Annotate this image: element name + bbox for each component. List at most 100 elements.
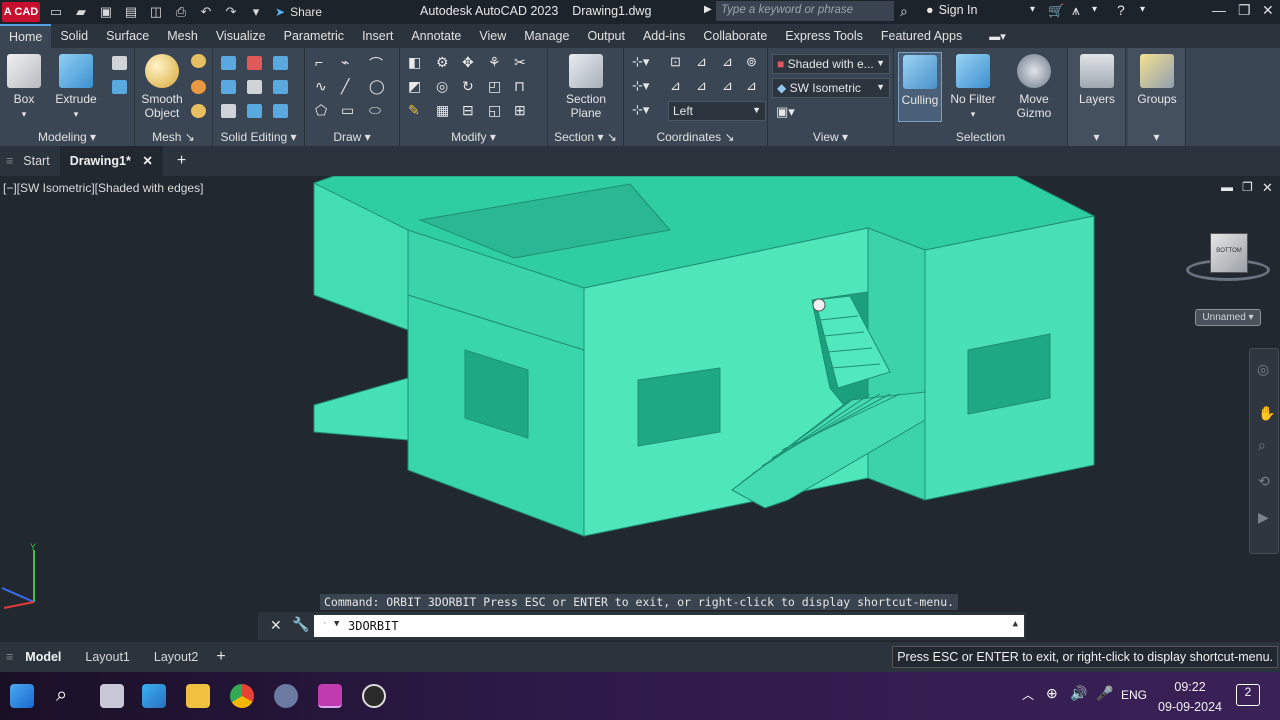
command-input[interactable]: · ▼ 3DORBIT ▲	[314, 615, 1024, 637]
move-icon[interactable]: ✥	[462, 54, 474, 71]
ellipse-icon[interactable]: ⬭	[369, 102, 381, 119]
undo-icon[interactable]: ↶	[197, 4, 215, 20]
tab-add-ins[interactable]: Add-ins	[634, 24, 694, 48]
tab-surface[interactable]: Surface	[97, 24, 158, 48]
search-expand-icon[interactable]: ▶	[704, 4, 712, 15]
ucs-menu-button[interactable]: Unnamed ▾	[1195, 309, 1261, 326]
open-folder-icon[interactable]: ▰	[72, 4, 90, 20]
file-explorer-icon[interactable]	[186, 684, 210, 708]
save-icon[interactable]: ▣	[97, 4, 115, 20]
tab-manage[interactable]: Manage	[515, 24, 578, 48]
union-icon[interactable]	[221, 56, 236, 70]
print-icon[interactable]: ⎙	[172, 4, 190, 20]
redo-icon[interactable]: ↷	[222, 4, 240, 20]
ucs-z-icon[interactable]: ⊿	[746, 78, 757, 94]
section-plane-button[interactable]: Section Plane	[558, 52, 614, 120]
help-icon[interactable]: ?	[1117, 2, 1125, 18]
draw-panel-label[interactable]: Draw ▾	[305, 130, 399, 144]
tab-menu-icon[interactable]: ≡	[6, 154, 13, 168]
groups-button[interactable]: Groups	[1134, 52, 1180, 106]
tab-parametric[interactable]: Parametric	[275, 24, 353, 48]
spline-icon[interactable]: ∿	[315, 78, 327, 95]
chrome-icon[interactable]	[230, 684, 254, 708]
ucs-face-icon[interactable]: ⊿	[722, 54, 733, 70]
command-dropdown-icon[interactable]: ▼	[334, 619, 339, 629]
ucs-y-icon[interactable]: ⊿	[722, 78, 733, 94]
subtract-icon[interactable]	[247, 56, 262, 70]
sign-in-button[interactable]: ● Sign In	[926, 3, 977, 17]
modify-panel-label[interactable]: Modify ▾	[400, 130, 547, 144]
3d-align-icon[interactable]: ⚘	[488, 54, 501, 71]
section-panel-label[interactable]: Section ▾ ↘	[548, 130, 623, 144]
layers-button[interactable]: Layers	[1074, 52, 1120, 106]
groups-expand-icon[interactable]: ▾	[1128, 130, 1185, 144]
pan-icon[interactable]: ✋	[1258, 405, 1275, 422]
add-layout-icon[interactable]: +	[216, 648, 225, 666]
tab-start[interactable]: Start	[13, 146, 59, 176]
save-as-icon[interactable]: ▤	[122, 4, 140, 20]
culling-button[interactable]: Culling	[898, 52, 942, 122]
mesh-panel-label[interactable]: Mesh ↘	[135, 130, 212, 144]
erase-icon[interactable]: ✎	[408, 102, 420, 119]
system-clock[interactable]: 09:22 09-09-2024	[1158, 677, 1222, 717]
app-dropdown-icon[interactable]: ▾	[1092, 4, 1097, 15]
ucs-world-icon[interactable]: ⊡	[670, 54, 681, 70]
move-gizmo-button[interactable]: Move Gizmo	[1006, 52, 1062, 120]
steering-wheel-icon[interactable]: ◎	[1257, 361, 1269, 378]
arc-icon[interactable]: ⌒	[369, 54, 383, 74]
extract-edges-icon[interactable]	[247, 80, 262, 94]
autocad-taskbar-icon[interactable]	[318, 684, 342, 708]
3d-house-model[interactable]	[0, 176, 1280, 642]
restore-icon[interactable]: ❐	[1238, 2, 1251, 19]
ucs-3point-icon[interactable]: ⊹▾	[632, 102, 649, 118]
circle-icon[interactable]: ◯	[369, 78, 385, 95]
tab-home[interactable]: Home	[0, 24, 52, 48]
ucs-icon[interactable]: ⊹▾	[632, 54, 649, 70]
solid-editing-panel-label[interactable]: Solid Editing ▾	[213, 130, 304, 144]
thicken-icon[interactable]	[273, 104, 288, 118]
share-button[interactable]: ➤ Share	[275, 5, 322, 19]
ucs-icon-properties-icon[interactable]: ⊹▾	[632, 78, 649, 94]
notifications-button[interactable]: 2	[1236, 684, 1260, 706]
join-icon[interactable]: ⊓	[514, 78, 525, 95]
tab-annotate[interactable]: Annotate	[402, 24, 470, 48]
close-command-line-icon[interactable]: ✕	[270, 617, 282, 634]
zoom-extents-icon[interactable]: ⌕	[1258, 437, 1266, 454]
tab-solid[interactable]: Solid	[51, 24, 97, 48]
smooth-more-icon[interactable]	[191, 54, 206, 68]
smooth-less-icon[interactable]	[191, 80, 206, 94]
microphone-icon[interactable]: 🎤	[1096, 685, 1113, 702]
autodesk-app-icon[interactable]: ⩚	[1072, 2, 1080, 19]
helix-icon[interactable]: ⌁	[341, 54, 349, 71]
visual-style-dropdown[interactable]: ■ Shaded with e... ▼	[772, 54, 890, 74]
tab-drawing1[interactable]: Drawing1* ✕	[59, 146, 163, 176]
scale-icon[interactable]: ⊟	[462, 102, 474, 119]
recent-commands-icon[interactable]: ·	[322, 619, 327, 629]
task-view-icon[interactable]	[100, 684, 124, 708]
minimize-icon[interactable]: —	[1212, 2, 1226, 18]
tab-insert[interactable]: Insert	[353, 24, 402, 48]
explode-icon[interactable]: ⊞	[514, 102, 526, 119]
named-ucs-dropdown[interactable]: Left ▼	[668, 101, 766, 121]
autocad-logo-icon[interactable]: A CAD	[2, 2, 40, 22]
slice-icon[interactable]	[273, 56, 288, 70]
polysolid-icon[interactable]	[112, 80, 127, 94]
view-panel-label[interactable]: View ▾	[768, 130, 893, 144]
rotate-icon[interactable]: ↻	[462, 78, 474, 95]
line-icon[interactable]: ╱	[341, 78, 349, 95]
coordinates-panel-label[interactable]: Coordinates ↘	[624, 130, 767, 144]
tab-mesh[interactable]: Mesh	[158, 24, 207, 48]
align-icon[interactable]: ⚙	[436, 54, 449, 71]
modeling-panel-label[interactable]: Modeling ▾	[0, 130, 134, 144]
tab-collaborate[interactable]: Collaborate	[694, 24, 776, 48]
search-icon[interactable]: ⌕	[900, 3, 908, 20]
orbit-icon[interactable]: ⟲	[1258, 473, 1270, 490]
separate-icon[interactable]	[221, 104, 236, 118]
shell-icon[interactable]	[273, 80, 288, 94]
cart-icon[interactable]: 🛒	[1048, 3, 1064, 19]
layout-menu-icon[interactable]: ≡	[6, 650, 13, 664]
extrude-button[interactable]: Extrude ▾	[52, 52, 100, 121]
offset-icon[interactable]: ◩	[408, 78, 421, 95]
viewcube-face[interactable]: BOTTOM	[1210, 233, 1248, 273]
box-button[interactable]: Box ▾	[4, 52, 44, 121]
